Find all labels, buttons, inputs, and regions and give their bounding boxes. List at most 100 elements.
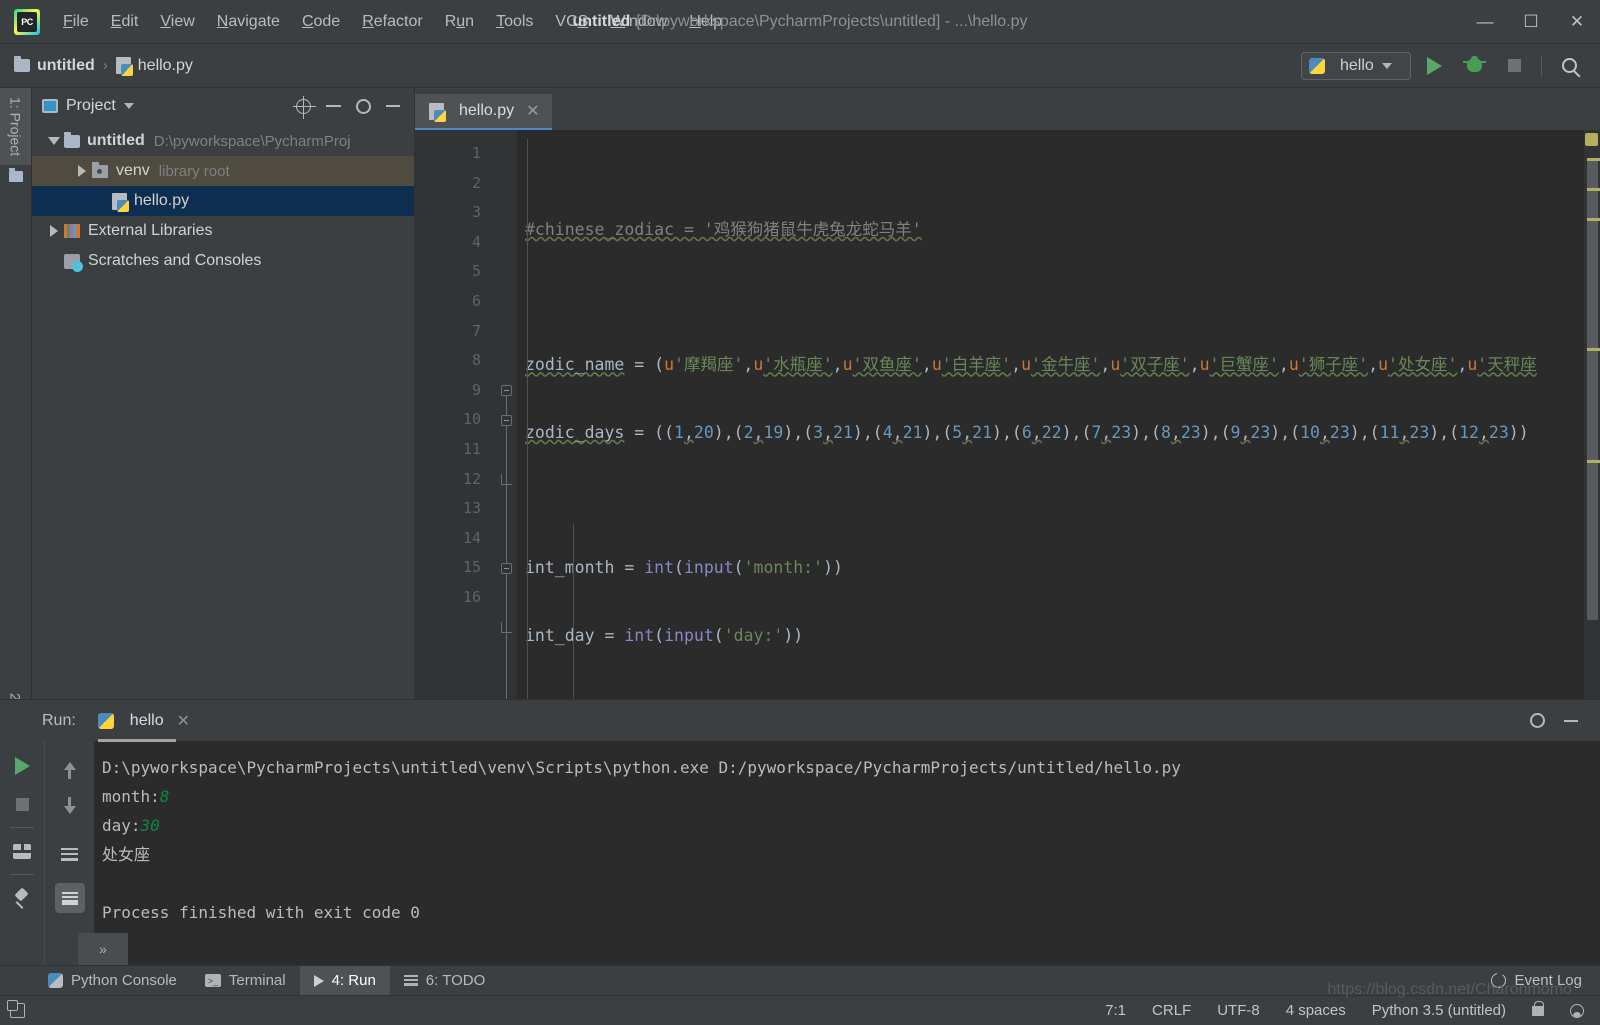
stop-button[interactable] xyxy=(1497,51,1531,81)
indent-setting[interactable]: 4 spaces xyxy=(1286,1002,1346,1019)
tab-run[interactable]: 4: Run xyxy=(299,965,390,996)
menu-item-file[interactable]: File xyxy=(52,9,100,35)
editor-tab-hello-py[interactable]: hello.py ✕ xyxy=(415,94,552,130)
scroll-from-source-button[interactable] xyxy=(290,94,316,119)
hide-panel-button[interactable] xyxy=(380,94,406,118)
menu-item-vcs[interactable]: VCS xyxy=(544,9,599,35)
event-log-label: Event Log xyxy=(1514,972,1582,989)
warning-marker[interactable] xyxy=(1587,460,1600,463)
tree-item-hello-py[interactable]: hello.py xyxy=(32,186,414,216)
python-icon xyxy=(1309,57,1325,74)
line-number: 4 xyxy=(471,232,481,251)
collapse-all-button[interactable] xyxy=(320,94,346,118)
inspection-status-icon[interactable] xyxy=(1585,133,1598,146)
close-icon[interactable]: ✕ xyxy=(526,101,539,121)
menu-item-refactor[interactable]: Refactor xyxy=(351,9,433,35)
project-panel-title-group[interactable]: Project xyxy=(42,97,134,115)
menu-item-run[interactable]: Run xyxy=(434,9,485,35)
run-settings-button[interactable] xyxy=(1524,709,1550,733)
expand-arrow-icon[interactable] xyxy=(44,137,64,145)
event-log-button[interactable]: Event Log xyxy=(1491,970,1600,989)
run-tab-hello[interactable]: hello ✕ xyxy=(97,700,190,742)
terminal-icon: >_ xyxy=(204,974,221,987)
line-separator[interactable]: CRLF xyxy=(1152,1002,1191,1019)
toggle-tool-windows-button[interactable] xyxy=(0,1000,34,1018)
python-interpreter[interactable]: Python 3.5 (untitled) xyxy=(1372,1002,1506,1019)
run-panel-header: Run: hello ✕ xyxy=(0,699,1600,742)
run-tool-window: Run: hello ✕ D:\pyworkspace\PycharmProje… xyxy=(0,699,1600,965)
tab-terminal[interactable]: >_ Terminal xyxy=(191,966,300,996)
window-controls: — ☐ ✕ xyxy=(1462,0,1600,44)
hide-run-panel-button[interactable] xyxy=(1558,709,1584,733)
tree-item-scratches[interactable]: Scratches and Consoles xyxy=(32,246,414,276)
navigation-bar: untitled › hello.py hello xyxy=(0,44,1600,88)
breadcrumb-file[interactable]: hello.py xyxy=(138,57,193,75)
debug-button[interactable] xyxy=(1457,51,1491,81)
tree-item-venv[interactable]: venv library root xyxy=(32,156,414,186)
rerun-button[interactable] xyxy=(7,751,37,781)
close-icon[interactable]: ✕ xyxy=(177,711,190,731)
maximize-button[interactable]: ☐ xyxy=(1508,0,1554,44)
more-actions-button[interactable]: » xyxy=(78,933,128,965)
previous-occurrence-button[interactable] xyxy=(55,751,85,781)
minimize-button[interactable]: — xyxy=(1462,0,1508,44)
scroll-to-end-button[interactable] xyxy=(54,883,85,913)
menu-item-code[interactable]: Code xyxy=(291,9,351,35)
toggle-layout-button[interactable] xyxy=(7,836,37,866)
tab-todo[interactable]: 6: TODO xyxy=(390,966,499,996)
search-everywhere-button[interactable] xyxy=(1552,51,1586,81)
sidebar-item-project[interactable]: 1: Project xyxy=(0,88,31,166)
scratch-icon xyxy=(64,253,83,272)
play-icon xyxy=(14,757,30,775)
search-icon xyxy=(1561,58,1577,73)
breadcrumb-project[interactable]: untitled xyxy=(37,57,95,75)
menu-item-window[interactable]: Window xyxy=(599,9,678,35)
line-number: 7 xyxy=(471,321,481,340)
tree-item-sublabel: library root xyxy=(158,162,230,180)
python-file-icon xyxy=(115,57,133,76)
warning-marker[interactable] xyxy=(1587,158,1600,161)
console-result: 处女座 xyxy=(102,845,151,864)
chevron-down-icon xyxy=(1381,62,1392,69)
line-number: 16 xyxy=(462,587,481,606)
avatar[interactable] xyxy=(1570,1003,1584,1018)
tab-python-console[interactable]: Python Console xyxy=(34,966,191,996)
menu-item-navigate[interactable]: Navigate xyxy=(206,9,291,35)
tree-item-label: Scratches and Consoles xyxy=(88,252,262,269)
next-occurrence-button[interactable] xyxy=(55,795,85,825)
line-number: 13 xyxy=(462,499,481,518)
close-button[interactable]: ✕ xyxy=(1554,0,1600,44)
scrollbar-thumb[interactable] xyxy=(1587,160,1598,620)
play-icon xyxy=(1426,56,1442,75)
expand-arrow-icon[interactable] xyxy=(44,225,64,237)
layout-icon xyxy=(13,843,31,859)
menu-item-edit[interactable]: Edit xyxy=(100,9,150,35)
wrap-icon xyxy=(61,847,78,861)
run-button[interactable] xyxy=(1417,51,1451,81)
lock-icon[interactable] xyxy=(1532,1000,1544,1016)
python-icon xyxy=(48,973,63,988)
menu-item-tools[interactable]: Tools xyxy=(485,9,544,35)
caret-position[interactable]: 7:1 xyxy=(1105,1002,1126,1019)
menu-item-view[interactable]: View xyxy=(149,9,205,35)
tree-item-untitled[interactable]: untitled D:\pyworkspace\PycharmProj xyxy=(32,126,414,156)
library-icon xyxy=(64,224,80,238)
run-configuration-selector[interactable]: hello xyxy=(1301,51,1411,80)
menu-item-help[interactable]: Help xyxy=(678,9,733,35)
panel-settings-button[interactable] xyxy=(350,94,376,118)
warning-marker[interactable] xyxy=(1587,188,1600,191)
file-encoding[interactable]: UTF-8 xyxy=(1217,1002,1260,1019)
stop-process-button[interactable] xyxy=(7,789,37,819)
run-actions-toolbar xyxy=(0,741,44,965)
soft-wrap-button[interactable] xyxy=(55,839,85,869)
console-output[interactable]: D:\pyworkspace\PycharmProjects\untitled\… xyxy=(94,741,1600,965)
expand-arrow-icon[interactable] xyxy=(72,165,92,177)
bug-icon xyxy=(1462,56,1486,72)
folder-icon xyxy=(8,168,23,183)
pin-tab-button[interactable] xyxy=(7,883,37,913)
warning-marker[interactable] xyxy=(1587,348,1600,351)
breadcrumb: untitled › hello.py xyxy=(14,56,193,76)
tree-item-external-libraries[interactable]: External Libraries xyxy=(32,216,414,246)
warning-marker[interactable] xyxy=(1587,218,1600,221)
